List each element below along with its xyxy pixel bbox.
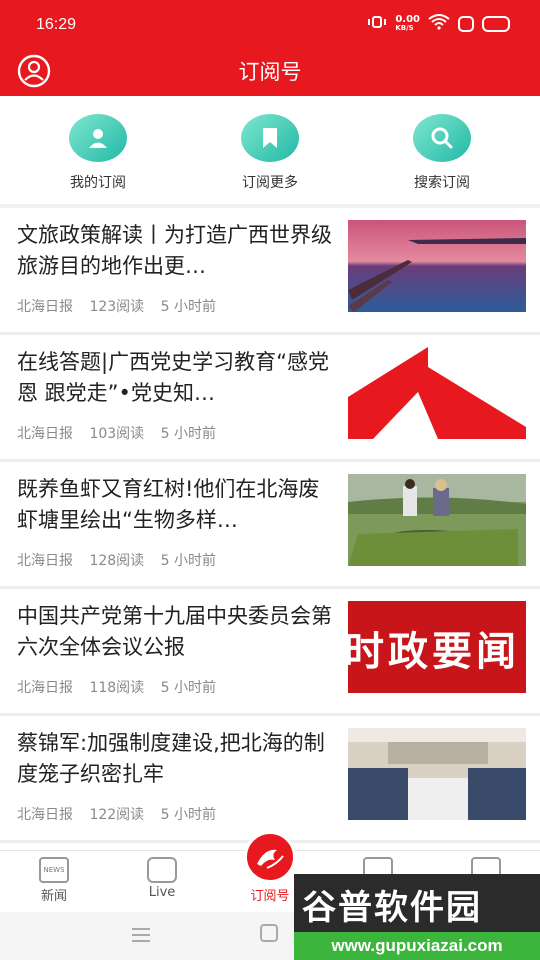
article-row[interactable]: 蔡锦军:加强制度建设,把北海的制度笼子织密扎牢 北海日报 122阅读 5 小时前 bbox=[0, 716, 540, 843]
status-icons: 0.00 KB/S bbox=[367, 14, 510, 33]
article-meta: 北海日报 103阅读 5 小时前 bbox=[17, 423, 228, 443]
article-row[interactable]: 中国共产党第十九届中央委员会第六次全体会议公报 北海日报 118阅读 5 小时前… bbox=[0, 589, 540, 716]
article-source: 北海日报 bbox=[17, 553, 73, 569]
article-time: 5 小时前 bbox=[160, 553, 216, 569]
network-speed-unit: KB/S bbox=[395, 23, 414, 32]
watermark-title: 谷普软件园 bbox=[302, 888, 482, 928]
tab-label: Live bbox=[148, 885, 176, 900]
article-thumbnail bbox=[348, 347, 526, 439]
my-subscriptions-button[interactable]: 我的订阅 bbox=[38, 114, 158, 192]
article-source: 北海日报 bbox=[17, 680, 73, 696]
video-camera-icon bbox=[147, 857, 177, 883]
news-icon: NEWS bbox=[39, 857, 69, 883]
network-speed-value: 0.00 bbox=[395, 13, 420, 25]
article-title: 蔡锦军:加强制度建设,把北海的制度笼子织密扎牢 bbox=[17, 731, 325, 786]
article-row[interactable]: 既养鱼虾又育红树!他们在北海废虾塘里绘出“生物多样… 北海日报 128阅读 5 … bbox=[0, 462, 540, 589]
tab-label: 新闻 bbox=[40, 889, 67, 904]
search-subscriptions-button[interactable]: 搜索订阅 bbox=[382, 114, 502, 192]
wifi-icon bbox=[428, 14, 450, 33]
network-speed: 0.00 KB/S bbox=[395, 13, 420, 33]
article-thumbnail bbox=[348, 220, 526, 312]
article-reads: 128阅读 bbox=[89, 553, 145, 569]
article-row[interactable]: 文旅政策解读丨为打造广西世界级旅游目的地作出更… 北海日报 123阅读 5 小时… bbox=[0, 208, 540, 335]
subscription-icon bbox=[244, 831, 296, 883]
quick-action-label: 订阅更多 bbox=[242, 175, 298, 191]
status-bar: 16:29 0.00 KB/S bbox=[0, 0, 540, 50]
watermark-url: www.gupuxiazai.com bbox=[294, 932, 540, 960]
article-reads: 122阅读 bbox=[89, 807, 145, 823]
article-row[interactable]: 在线答题|广西党史学习教育“感党恩 跟党走”•党史知… 北海日报 103阅读 5… bbox=[0, 335, 540, 462]
home-icon[interactable] bbox=[260, 924, 278, 942]
tab-news[interactable]: NEWS 新闻 bbox=[14, 857, 94, 904]
article-meta: 北海日报 123阅读 5 小时前 bbox=[17, 296, 228, 316]
vibrate-icon bbox=[367, 14, 387, 33]
thumbnail-caption: 时政要闻 bbox=[348, 628, 520, 675]
article-meta: 北海日报 122阅读 5 小时前 bbox=[17, 804, 228, 824]
sim-icon bbox=[458, 15, 474, 32]
quick-action-label: 搜索订阅 bbox=[414, 175, 470, 191]
article-time: 5 小时前 bbox=[160, 426, 216, 442]
article-thumbnail bbox=[348, 474, 526, 566]
article-title: 既养鱼虾又育红树!他们在北海废虾塘里绘出“生物多样… bbox=[17, 477, 320, 532]
person-icon bbox=[69, 114, 127, 162]
article-thumbnail: 时政要闻 bbox=[348, 601, 526, 693]
article-meta: 北海日报 118阅读 5 小时前 bbox=[17, 677, 228, 697]
status-time: 16:29 bbox=[36, 16, 77, 33]
article-source: 北海日报 bbox=[17, 299, 73, 315]
article-title: 中国共产党第十九届中央委员会第六次全体会议公报 bbox=[17, 604, 332, 659]
article-source: 北海日报 bbox=[17, 426, 73, 442]
article-time: 5 小时前 bbox=[160, 299, 216, 315]
article-meta: 北海日报 128阅读 5 小时前 bbox=[17, 550, 228, 570]
quick-action-label: 我的订阅 bbox=[70, 175, 126, 191]
tab-live[interactable]: Live bbox=[122, 857, 202, 900]
article-list: 文旅政策解读丨为打造广西世界级旅游目的地作出更… 北海日报 123阅读 5 小时… bbox=[0, 208, 540, 865]
subscribe-more-button[interactable]: 订阅更多 bbox=[210, 114, 330, 192]
app-header: 订阅号 bbox=[0, 50, 540, 96]
article-reads: 123阅读 bbox=[89, 299, 145, 315]
article-time: 5 小时前 bbox=[160, 680, 216, 696]
page-title: 订阅号 bbox=[238, 60, 302, 84]
article-title: 文旅政策解读丨为打造广西世界级旅游目的地作出更… bbox=[17, 223, 332, 278]
battery-icon bbox=[482, 15, 510, 32]
article-reads: 118阅读 bbox=[89, 680, 145, 696]
quick-actions: 我的订阅 订阅更多 搜索订阅 bbox=[0, 96, 540, 204]
search-icon bbox=[413, 114, 471, 162]
article-title: 在线答题|广西党史学习教育“感党恩 跟党走”•党史知… bbox=[17, 350, 329, 405]
article-time: 5 小时前 bbox=[160, 807, 216, 823]
menu-icon[interactable] bbox=[130, 926, 152, 948]
bookmark-icon bbox=[241, 114, 299, 162]
article-thumbnail bbox=[348, 728, 526, 820]
article-source: 北海日报 bbox=[17, 807, 73, 823]
article-reads: 103阅读 bbox=[89, 426, 145, 442]
watermark-logo: 谷普软件园 www.gupuxiazai.com bbox=[294, 874, 540, 960]
